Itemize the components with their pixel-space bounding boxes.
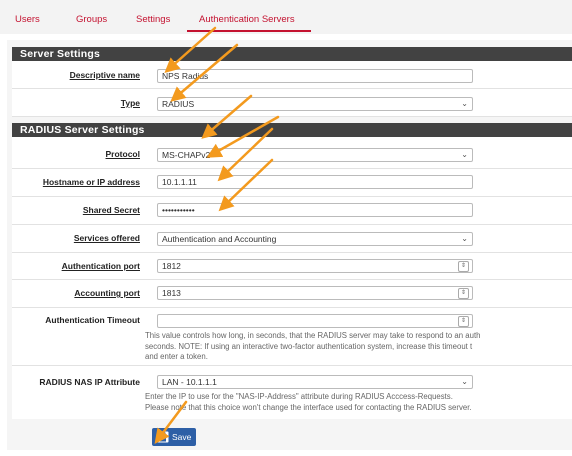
auth-port-input[interactable]: 1812 ⇕ [157, 259, 473, 273]
spinner-icon[interactable]: ⇕ [458, 261, 469, 272]
acct-port-value: 1813 [162, 288, 181, 298]
hostname-input[interactable]: 10.1.1.11 [157, 175, 473, 189]
nas-ip-help-line-2: Please note that this choice won't chang… [145, 402, 472, 412]
tab-groups[interactable]: Groups [76, 14, 107, 25]
timeout-row: Authentication Timeout ⇕ This value cont… [12, 308, 572, 366]
shared-secret-label: Shared Secret [82, 205, 140, 215]
spinner-icon[interactable]: ⇕ [458, 288, 469, 299]
nas-ip-select-value: LAN - 10.1.1.1 [162, 377, 217, 387]
acct-port-input[interactable]: 1813 ⇕ [157, 286, 473, 300]
radius-settings-header: RADIUS Server Settings [12, 123, 572, 137]
protocol-select[interactable]: MS-CHAPv2 ⌄ [157, 148, 473, 162]
nas-ip-select[interactable]: LAN - 10.1.1.1 ⌄ [157, 375, 473, 389]
timeout-input[interactable]: ⇕ [157, 314, 473, 328]
hostname-label: Hostname or IP address [42, 177, 140, 187]
acct-port-label: Accounting port [74, 288, 140, 298]
type-select[interactable]: RADIUS ⌄ [157, 97, 473, 111]
descriptive-name-row: Descriptive name NPS Radius [12, 61, 572, 89]
nas-ip-row: RADIUS NAS IP Attribute LAN - 10.1.1.1 ⌄… [12, 366, 572, 419]
services-row: Services offered Authentication and Acco… [12, 225, 572, 253]
chevron-down-icon: ⌄ [461, 234, 468, 243]
services-select-value: Authentication and Accounting [162, 234, 277, 244]
type-label: Type [120, 98, 140, 108]
auth-port-label: Authentication port [61, 261, 140, 271]
save-button-label: Save [172, 432, 192, 442]
server-settings-header: Server Settings [12, 47, 572, 61]
hostname-row: Hostname or IP address 10.1.1.11 [12, 169, 572, 197]
timeout-label: Authentication Timeout [45, 315, 140, 325]
timeout-help-line-3: and enter a token. [145, 352, 208, 361]
descriptive-name-label: Descriptive name [69, 70, 140, 80]
timeout-help-line-2: seconds. NOTE: If using an interactive t… [145, 341, 473, 351]
tab-bar: Users Groups Settings Authentication Ser… [0, 0, 572, 34]
protocol-row: Protocol MS-CHAPv2 ⌄ [12, 137, 572, 169]
floppy-disk-icon [157, 431, 169, 443]
services-label: Services offered [73, 233, 140, 243]
spinner-icon[interactable]: ⇕ [458, 316, 469, 327]
type-row: Type RADIUS ⌄ [12, 89, 572, 117]
nas-ip-label: RADIUS NAS IP Attribute [39, 377, 140, 387]
save-button[interactable]: Save [152, 428, 196, 446]
descriptive-name-input[interactable]: NPS Radius [157, 69, 473, 83]
type-select-value: RADIUS [162, 99, 195, 109]
auth-port-row: Authentication port 1812 ⇕ [12, 253, 572, 280]
auth-port-value: 1812 [162, 261, 181, 271]
shared-secret-input[interactable]: ••••••••••• [157, 203, 473, 217]
active-tab-indicator [187, 30, 311, 32]
protocol-select-value: MS-CHAPv2 [162, 150, 211, 160]
tab-users[interactable]: Users [15, 14, 40, 25]
acct-port-row: Accounting port 1813 ⇕ [12, 280, 572, 308]
timeout-help-line-1: This value controls how long, in seconds… [145, 331, 481, 340]
tab-authentication-servers[interactable]: Authentication Servers [199, 14, 295, 25]
chevron-down-icon: ⌄ [461, 99, 468, 108]
nas-ip-help-line-1: Enter the IP to use for the "NAS-IP-Addr… [145, 392, 453, 401]
chevron-down-icon: ⌄ [461, 377, 468, 386]
tab-settings[interactable]: Settings [136, 14, 170, 25]
shared-secret-row: Shared Secret ••••••••••• [12, 197, 572, 225]
protocol-label: Protocol [105, 149, 140, 159]
services-select[interactable]: Authentication and Accounting ⌄ [157, 232, 473, 246]
chevron-down-icon: ⌄ [461, 150, 468, 159]
